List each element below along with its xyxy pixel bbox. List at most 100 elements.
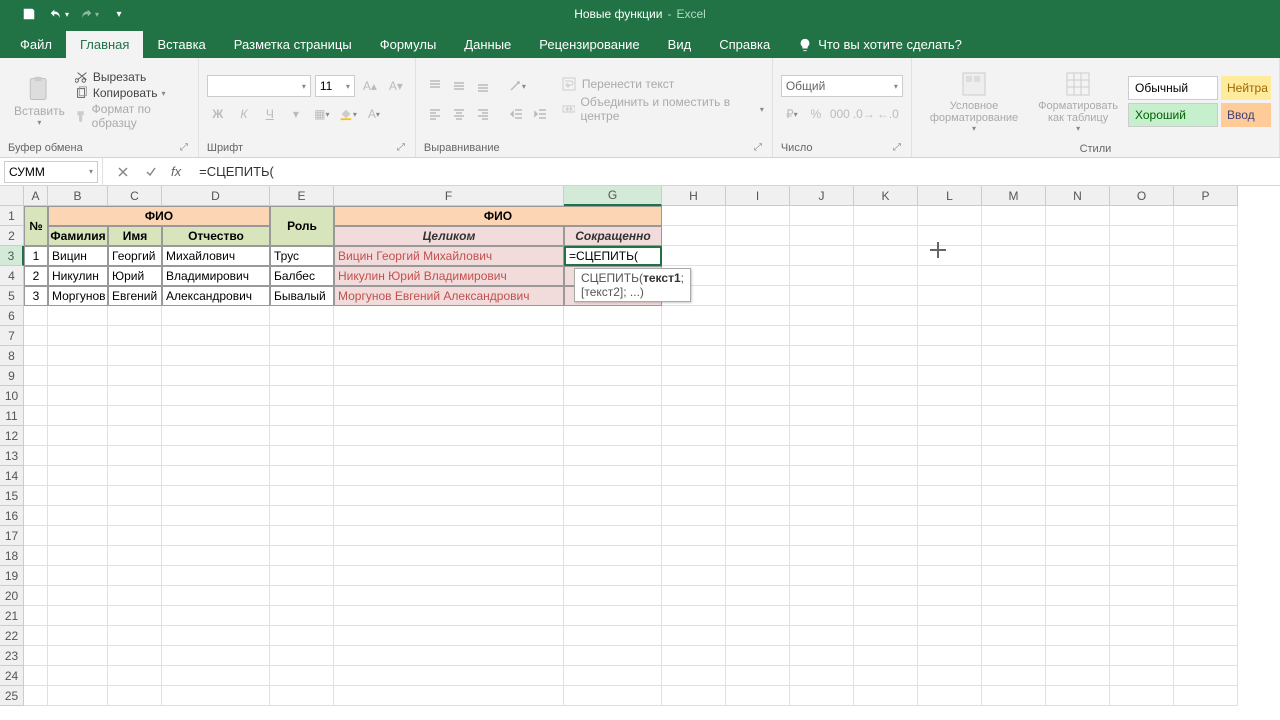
cell[interactable] [270,406,334,426]
cell[interactable] [854,366,918,386]
cell[interactable] [564,466,662,486]
column-header[interactable]: F [334,186,564,206]
cell[interactable] [1174,286,1238,306]
cell[interactable] [726,326,790,346]
cell[interactable] [854,386,918,406]
cell[interactable] [918,666,982,686]
cell[interactable] [1046,426,1110,446]
cell[interactable] [790,286,854,306]
cell[interactable] [982,486,1046,506]
row-header[interactable]: 25 [0,686,24,706]
cell[interactable] [270,646,334,666]
cell[interactable] [726,486,790,506]
cell[interactable] [1174,226,1238,246]
row-header[interactable]: 1 [0,206,24,226]
tab-home[interactable]: Главная [66,31,143,58]
cell[interactable] [790,566,854,586]
cell[interactable] [108,546,162,566]
cell[interactable] [1046,386,1110,406]
cell[interactable] [108,626,162,646]
cell[interactable] [24,386,48,406]
cell[interactable] [790,486,854,506]
cell[interactable] [1174,566,1238,586]
cell[interactable] [1174,406,1238,426]
cell[interactable] [662,326,726,346]
cell[interactable] [662,686,726,706]
cell[interactable] [1110,666,1174,686]
style-normal[interactable]: Обычный [1128,76,1218,100]
cell[interactable] [918,546,982,566]
cell[interactable]: Михайлович [162,246,270,266]
cell[interactable]: Имя [108,226,162,246]
cell[interactable] [48,686,108,706]
cell[interactable] [918,286,982,306]
cell[interactable] [1046,326,1110,346]
cell[interactable] [564,306,662,326]
cell[interactable] [270,526,334,546]
cell[interactable] [334,426,564,446]
row-header[interactable]: 22 [0,626,24,646]
cell[interactable] [24,346,48,366]
cell[interactable] [854,226,918,246]
column-header[interactable]: E [270,186,334,206]
cell[interactable]: Моргунов [48,286,108,306]
cell[interactable] [982,306,1046,326]
cell[interactable] [48,526,108,546]
cell[interactable] [726,226,790,246]
cell[interactable] [854,426,918,446]
cell[interactable] [726,686,790,706]
row-header[interactable]: 14 [0,466,24,486]
cell[interactable] [108,586,162,606]
cell[interactable] [854,346,918,366]
cell[interactable] [662,386,726,406]
cell[interactable] [334,586,564,606]
cell[interactable] [48,346,108,366]
cell[interactable] [918,686,982,706]
cell[interactable] [662,666,726,686]
cell[interactable]: Никулин Юрий Владимирович [334,266,564,286]
cell[interactable] [48,506,108,526]
cell[interactable] [982,326,1046,346]
cell[interactable]: Владимирович [162,266,270,286]
cell[interactable] [564,426,662,446]
cell[interactable] [1174,586,1238,606]
cell[interactable] [108,506,162,526]
cell[interactable] [982,366,1046,386]
cell[interactable]: Сокращенно [564,226,662,246]
column-header[interactable]: P [1174,186,1238,206]
cell[interactable] [662,206,726,226]
spreadsheet-grid[interactable]: ABCDEFGHIJKLMNOP 12345678910111213141516… [0,186,1280,720]
cell[interactable] [108,326,162,346]
cell[interactable] [270,586,334,606]
tab-review[interactable]: Рецензирование [525,31,653,58]
column-header[interactable]: L [918,186,982,206]
row-header[interactable]: 18 [0,546,24,566]
cell[interactable] [726,426,790,446]
cell[interactable]: Георгий [108,246,162,266]
formula-input[interactable]: =СЦЕПИТЬ( [193,164,1280,179]
cell[interactable] [918,346,982,366]
cell[interactable] [1046,266,1110,286]
cell[interactable] [24,466,48,486]
cell[interactable] [662,626,726,646]
cell[interactable] [790,666,854,686]
style-neutral[interactable]: Нейтра [1221,76,1271,100]
cell[interactable]: Целиком [334,226,564,246]
cell[interactable] [24,486,48,506]
cell[interactable] [564,646,662,666]
cell[interactable] [854,686,918,706]
cell[interactable] [1110,386,1174,406]
cell[interactable] [162,486,270,506]
cell[interactable] [1110,586,1174,606]
cell[interactable] [854,566,918,586]
cell[interactable] [918,366,982,386]
cell[interactable] [270,666,334,686]
row-header[interactable]: 6 [0,306,24,326]
cell[interactable] [790,266,854,286]
cell[interactable]: Вицин Георгий Михайлович [334,246,564,266]
cell[interactable] [1174,506,1238,526]
cell[interactable] [162,586,270,606]
cell[interactable] [662,426,726,446]
cell[interactable] [1174,606,1238,626]
column-header[interactable]: M [982,186,1046,206]
